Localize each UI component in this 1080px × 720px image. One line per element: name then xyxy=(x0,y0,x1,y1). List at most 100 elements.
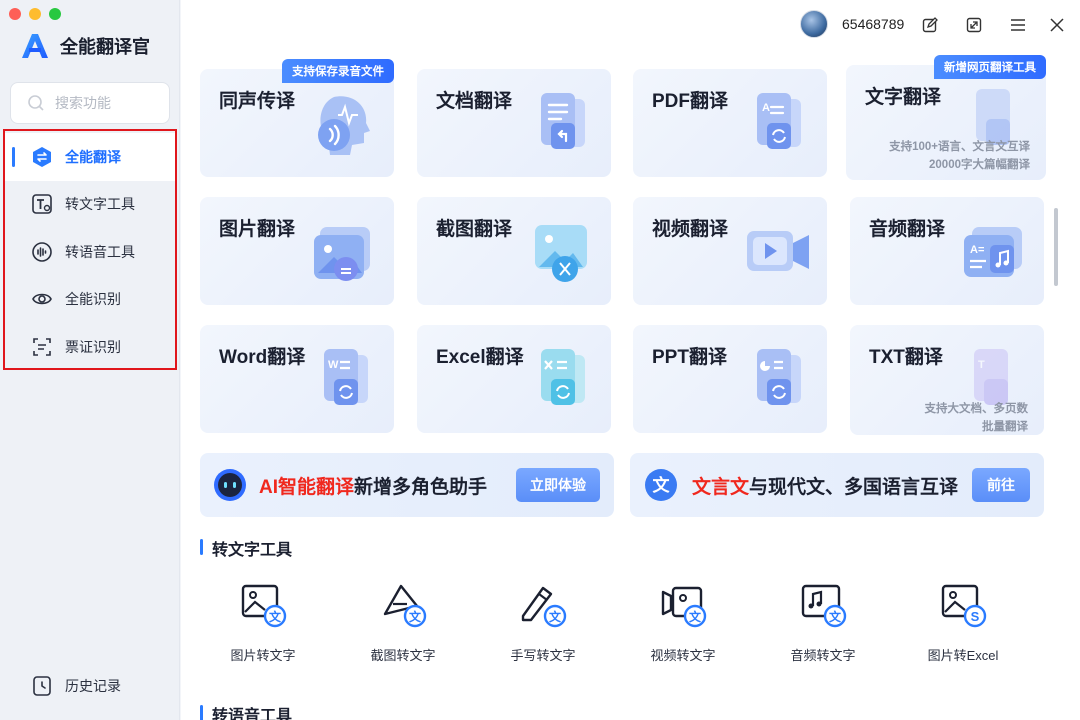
document-icon xyxy=(541,93,585,149)
tool-label: 手写转文字 xyxy=(510,648,576,663)
audio-icon: A= xyxy=(964,227,1022,277)
app-brand: 全能翻译官 xyxy=(20,32,150,60)
video-to-text-icon: 文 xyxy=(661,586,707,628)
tool-handwriting-to-text[interactable]: 文 手写转文字 xyxy=(488,580,598,664)
search-box[interactable] xyxy=(10,82,170,124)
card-txt-translate[interactable]: TXT翻译 T 支持大文档、多页数 批量翻译 xyxy=(850,325,1044,435)
close-icon xyxy=(1050,18,1064,32)
audio-to-text-icon: 文 xyxy=(801,584,847,628)
sidebar-item-ticket[interactable]: 票证识别 xyxy=(5,323,175,371)
app-name: 全能翻译官 xyxy=(60,37,150,57)
try-now-button[interactable]: 立即体验 xyxy=(516,468,600,502)
card-description: 支持100+语言、文言文互译 xyxy=(889,141,1030,153)
pdf-icon: A xyxy=(757,93,801,149)
svg-text:文: 文 xyxy=(549,609,562,624)
card-title: 同声传译 xyxy=(219,91,296,112)
screenshot-to-text-icon: 文 xyxy=(383,584,427,628)
banner-highlight: AI智能翻译 xyxy=(259,476,355,498)
banner-highlight: 文言文 xyxy=(692,476,750,498)
sidebar-item-label: 转文字工具 xyxy=(65,196,135,213)
text-convert-icon xyxy=(31,193,53,215)
tool-image-to-text[interactable]: 文 图片转文字 xyxy=(208,580,318,664)
tool-audio-to-text[interactable]: 文 音频转文字 xyxy=(768,580,878,664)
sidebar-item-label: 全能识别 xyxy=(65,291,121,308)
close-button[interactable] xyxy=(1047,15,1067,35)
card-excel-translate[interactable]: Excel翻译 xyxy=(417,325,611,433)
go-button[interactable]: 前往 xyxy=(972,468,1030,502)
simultaneous-interpretation-icon xyxy=(318,96,370,155)
sidebar-item-recognition[interactable]: 全能识别 xyxy=(5,276,175,324)
app-logo-icon xyxy=(22,34,48,58)
card-image-translate[interactable]: 图片翻译 xyxy=(200,197,394,305)
sidebar-item-label: 票证识别 xyxy=(65,338,121,355)
card-video-translate[interactable]: 视频翻译 xyxy=(633,197,827,305)
card-title: PDF翻译 xyxy=(652,91,729,112)
robot-icon xyxy=(214,469,246,501)
card-title: PPT翻译 xyxy=(652,347,727,368)
minimize-window-button[interactable] xyxy=(29,8,41,20)
banner-text: AI智能翻译新增多角色助手 xyxy=(259,472,487,499)
close-window-button[interactable] xyxy=(9,8,21,20)
banner-subtext: 新增多角色助手 xyxy=(354,476,488,498)
card-word-translate[interactable]: Word翻译 W xyxy=(200,325,394,433)
search-icon xyxy=(28,95,44,111)
card-text-translate[interactable]: 文字翻译 新增网页翻译工具 支持100+语言、文言文互译 20000字大篇幅翻译 xyxy=(846,55,1046,180)
banner-classical-chinese[interactable]: 文 文言文与现代文、多国语言互译 前往 xyxy=(630,453,1044,517)
tool-screenshot-to-text[interactable]: 文 截图转文字 xyxy=(348,580,458,664)
card-title: 图片翻译 xyxy=(219,219,296,240)
svg-text:W: W xyxy=(328,359,339,371)
window-controls xyxy=(9,8,61,20)
eye-icon xyxy=(31,288,53,310)
handwriting-to-text-icon: 文 xyxy=(521,586,567,628)
card-document-translate[interactable]: 文档翻译 xyxy=(417,69,611,177)
sidebar-nav: 全能翻译 转文字工具 转语音工具 全能识别 票证识别 xyxy=(5,133,175,371)
word-icon: W xyxy=(324,349,368,405)
banner-ai-translate[interactable]: AI智能翻译新增多角色助手 立即体验 xyxy=(200,453,614,517)
video-icon xyxy=(747,231,809,271)
card-title: 文档翻译 xyxy=(436,91,513,112)
banner-subtext: 与现代文、多国语言互译 xyxy=(749,476,959,498)
tool-video-to-text[interactable]: 文 视频转文字 xyxy=(628,580,738,664)
image-icon xyxy=(314,227,370,281)
main-content: 同声传译 支持保存录音文件 文档翻译 PDF翻译 A 文字翻译 新增网页翻译工具… xyxy=(181,50,1080,720)
card-title: 视频翻译 xyxy=(652,219,729,240)
sidebar-item-label: 全能翻译 xyxy=(65,148,121,165)
image-to-excel-icon: S xyxy=(941,584,987,628)
svg-text:文: 文 xyxy=(409,609,422,624)
avatar[interactable] xyxy=(800,10,828,38)
search-input[interactable] xyxy=(55,95,155,111)
hamburger-menu-icon xyxy=(1011,19,1025,31)
svg-text:文: 文 xyxy=(689,609,702,624)
svg-text:文: 文 xyxy=(653,475,671,496)
card-description: 支持大文档、多页数 xyxy=(924,403,1029,415)
card-simultaneous-interpretation[interactable]: 同声传译 支持保存录音文件 xyxy=(200,59,394,177)
card-ppt-translate[interactable]: PPT翻译 xyxy=(633,325,827,433)
sidebar-item-voice-tools[interactable]: 转语音工具 xyxy=(5,228,175,276)
translate-icon xyxy=(31,146,53,168)
screenshot-icon xyxy=(535,225,587,282)
edit-button[interactable] xyxy=(920,15,940,35)
voice-convert-icon xyxy=(31,241,53,263)
zoom-window-button[interactable] xyxy=(49,8,61,20)
sidebar-item-all-translate[interactable]: 全能翻译 xyxy=(5,133,175,181)
history-label: 历史记录 xyxy=(65,678,121,694)
card-title: 音频翻译 xyxy=(869,219,946,240)
menu-button[interactable] xyxy=(1008,15,1028,35)
ppt-icon xyxy=(757,349,801,405)
tool-label: 音频转文字 xyxy=(790,648,856,663)
sidebar-item-text-tools[interactable]: 转文字工具 xyxy=(5,181,175,229)
tool-label: 视频转文字 xyxy=(650,648,716,663)
compact-mode-button[interactable] xyxy=(964,15,984,35)
user-info[interactable]: 65468789 xyxy=(800,10,904,38)
card-badge: 新增网页翻译工具 xyxy=(934,55,1046,79)
history-button[interactable]: 历史记录 xyxy=(31,675,121,697)
tool-image-to-excel[interactable]: S 图片转Excel xyxy=(908,580,1018,664)
card-audio-translate[interactable]: 音频翻译 A= xyxy=(850,197,1044,305)
section-title-voice-tools: 转语音工具 xyxy=(200,702,292,720)
card-title: 文字翻译 xyxy=(865,87,942,108)
card-title: Word翻译 xyxy=(219,347,306,368)
card-screenshot-translate[interactable]: 截图翻译 xyxy=(417,197,611,305)
card-pdf-translate[interactable]: PDF翻译 A xyxy=(633,69,827,177)
svg-text:A=: A= xyxy=(970,244,984,256)
scrollbar-thumb[interactable] xyxy=(1054,208,1058,286)
